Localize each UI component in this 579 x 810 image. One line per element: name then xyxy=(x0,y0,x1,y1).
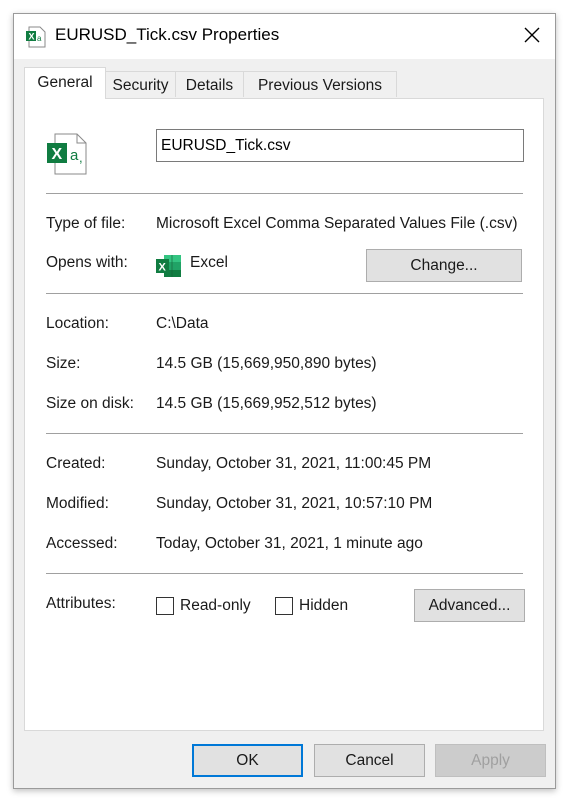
svg-text:a: a xyxy=(37,34,42,43)
csv-file-title-icon: X a xyxy=(26,26,46,48)
modified-label: Modified: xyxy=(46,495,109,512)
change-button[interactable]: Change... xyxy=(366,249,522,282)
type-of-file-value: Microsoft Excel Comma Separated Values F… xyxy=(156,215,518,232)
separator xyxy=(46,573,523,574)
cancel-button[interactable]: Cancel xyxy=(314,744,425,777)
general-panel: X a , Type of file: Microsoft Excel Comm… xyxy=(24,98,544,731)
type-of-file-label: Type of file: xyxy=(46,215,126,232)
read-only-checkbox[interactable] xyxy=(156,597,174,615)
tab-general[interactable]: General xyxy=(24,67,106,99)
excel-csv-file-icon: X a , xyxy=(47,133,87,175)
tab-details[interactable]: Details xyxy=(175,71,244,97)
ok-button[interactable]: OK xyxy=(192,744,303,777)
location-value: C:\Data xyxy=(156,315,209,332)
hidden-checkbox[interactable] xyxy=(275,597,293,615)
size-on-disk-label: Size on disk: xyxy=(46,395,134,412)
svg-text:a: a xyxy=(70,147,79,164)
separator xyxy=(46,433,523,434)
svg-text:X: X xyxy=(159,262,167,274)
size-value: 14.5 GB (15,669,950,890 bytes) xyxy=(156,355,377,372)
file-name-input[interactable] xyxy=(156,129,524,162)
opens-with-value: Excel xyxy=(190,254,228,271)
separator xyxy=(46,293,523,294)
location-label: Location: xyxy=(46,315,109,332)
accessed-value: Today, October 31, 2021, 1 minute ago xyxy=(156,535,423,552)
svg-text:X: X xyxy=(29,32,35,42)
svg-text:X: X xyxy=(52,146,63,163)
accessed-label: Accessed: xyxy=(46,535,118,552)
opens-with-label: Opens with: xyxy=(46,254,128,271)
excel-app-icon: X xyxy=(156,254,182,278)
attributes-label: Attributes: xyxy=(46,595,116,612)
properties-dialog: X a EURUSD_Tick.csv Properties General S… xyxy=(13,13,556,789)
created-value: Sunday, October 31, 2021, 11:00:45 PM xyxy=(156,455,432,472)
size-label: Size: xyxy=(46,355,81,372)
svg-text:,: , xyxy=(79,150,83,165)
separator xyxy=(46,193,523,194)
created-label: Created: xyxy=(46,455,106,472)
modified-value: Sunday, October 31, 2021, 10:57:10 PM xyxy=(156,495,433,512)
tab-strip: General Security Details Previous Versio… xyxy=(24,67,544,99)
hidden-label[interactable]: Hidden xyxy=(299,597,348,615)
tab-previous-versions[interactable]: Previous Versions xyxy=(243,71,397,97)
title-bar: X a EURUSD_Tick.csv Properties xyxy=(14,14,555,59)
apply-button[interactable]: Apply xyxy=(435,744,546,777)
window-title: EURUSD_Tick.csv Properties xyxy=(55,25,280,44)
read-only-label[interactable]: Read-only xyxy=(180,597,251,615)
close-button[interactable] xyxy=(509,14,555,59)
close-icon xyxy=(524,27,540,47)
advanced-button[interactable]: Advanced... xyxy=(414,589,525,622)
size-on-disk-value: 14.5 GB (15,669,952,512 bytes) xyxy=(156,395,377,412)
tab-security[interactable]: Security xyxy=(105,71,176,97)
